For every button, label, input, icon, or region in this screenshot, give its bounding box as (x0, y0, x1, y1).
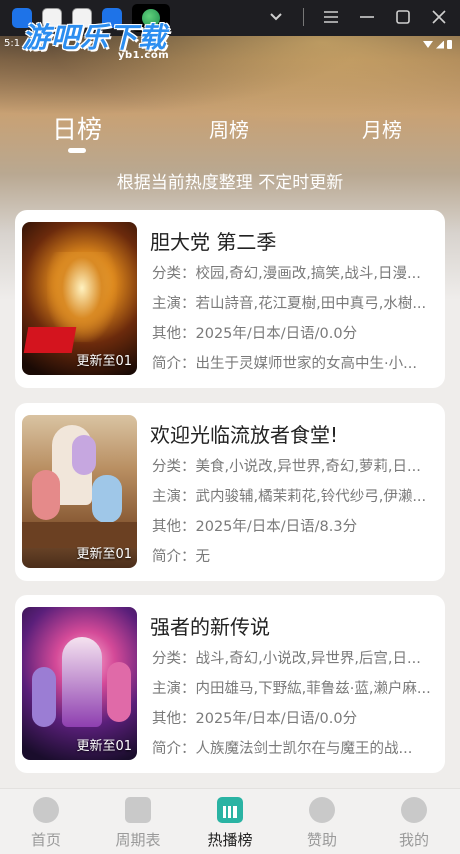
ranking-subtitle: 根据当前热度整理 不定时更新 (116, 173, 344, 193)
wifi-icon (423, 41, 433, 48)
anime-intro: 简介：人族魔法剑士凯尔在与魔王的战... (152, 741, 413, 757)
minimize-icon[interactable] (358, 8, 376, 26)
nav-home[interactable]: 首页 (6, 797, 86, 850)
battery-icon (447, 40, 452, 49)
window-controls (267, 8, 448, 26)
tab-indicator (68, 148, 86, 153)
menu-icon[interactable] (322, 8, 340, 26)
anime-genre: 分类：战斗,奇幻,小说改,异世界,后宫,日... (152, 651, 421, 667)
anime-cast: 主演：武内骏辅,橘茉莉花,铃代纱弓,伊濑... (152, 489, 427, 505)
anime-other: 其他：2025年/日本/日语/0.0分 (152, 711, 358, 727)
nav-sponsor[interactable]: 赞助 (282, 797, 362, 850)
calendar-icon (125, 797, 151, 823)
nav-schedule[interactable]: 周期表 (98, 797, 178, 850)
close-icon[interactable] (430, 8, 448, 26)
sponsor-icon (309, 797, 335, 823)
chart-icon (217, 797, 243, 823)
bottom-nav: 首页 周期表 热播榜 赞助 我的 (0, 788, 460, 854)
update-badge: 更新至01 (76, 547, 132, 562)
watermark-logo-sub: yb1.com (118, 50, 170, 61)
update-badge: 更新至01 (76, 739, 132, 754)
ranking-tabs: 日榜 周榜 月榜 (0, 108, 460, 158)
anime-genre: 分类：美食,小说改,异世界,奇幻,萝莉,日... (152, 459, 421, 475)
anime-other: 其他：2025年/日本/日语/0.0分 (152, 326, 358, 342)
nav-label: 周期表 (115, 831, 161, 849)
chevron-down-icon[interactable] (267, 8, 285, 26)
signal-icon (436, 40, 444, 49)
nav-label: 赞助 (306, 831, 337, 849)
status-time: 5:1 (4, 38, 21, 49)
poster-image[interactable]: 更新至01 (22, 222, 137, 375)
poster-image[interactable]: 更新至01 (22, 607, 137, 760)
nav-label: 热播榜 (207, 831, 253, 849)
poster-image[interactable]: 更新至01 (22, 415, 137, 568)
home-icon (33, 797, 59, 823)
anime-title[interactable]: 强者的新传说 (150, 611, 270, 640)
nav-label: 首页 (30, 831, 61, 849)
profile-icon (401, 797, 427, 823)
anime-intro: 简介：无 (152, 549, 210, 565)
anime-title[interactable]: 胆大党 第二季 (150, 226, 276, 255)
anime-card[interactable]: 更新至01 强者的新传说 分类：战斗,奇幻,小说改,异世界,后宫,日... 主演… (15, 595, 445, 773)
anime-card[interactable]: 更新至01 欢迎光临流放者食堂! 分类：美食,小说改,异世界,奇幻,萝莉,日..… (15, 403, 445, 581)
maximize-icon[interactable] (394, 8, 412, 26)
divider (303, 8, 304, 26)
anime-intro: 简介：出生于灵媒师世家的女高中生·小... (152, 356, 417, 372)
anime-card[interactable]: 更新至01 胆大党 第二季 分类：校园,奇幻,漫画改,搞笑,战斗,日漫... 主… (15, 210, 445, 388)
anime-cast: 主演：若山詩音,花江夏樹,田中真弓,水樹... (152, 296, 427, 312)
anime-cast: 主演：内田雄马,下野紘,菲鲁兹·蓝,濑户麻... (152, 681, 431, 697)
nav-hot-ranking[interactable]: 热播榜 (190, 797, 270, 850)
update-badge: 更新至01 (76, 354, 132, 369)
tab-daily[interactable]: 日榜 (52, 110, 102, 146)
anime-title[interactable]: 欢迎光临流放者食堂! (150, 419, 338, 448)
anime-other: 其他：2025年/日本/日语/8.3分 (152, 519, 358, 535)
anime-genre: 分类：校园,奇幻,漫画改,搞笑,战斗,日漫... (152, 266, 421, 282)
status-icons (423, 40, 452, 49)
tab-monthly[interactable]: 月榜 (362, 114, 402, 143)
nav-profile[interactable]: 我的 (374, 797, 454, 850)
nav-label: 我的 (398, 831, 429, 849)
tab-weekly[interactable]: 周榜 (209, 114, 249, 143)
